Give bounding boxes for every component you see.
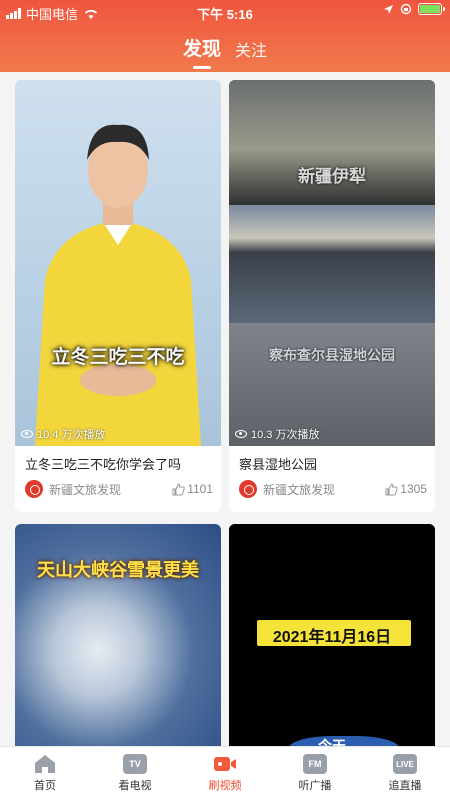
tab-home[interactable]: 首页: [0, 747, 90, 800]
view-count: 10.3 万次播放: [235, 426, 319, 442]
eye-icon: [21, 430, 33, 438]
tab-live[interactable]: LIVE 追直播: [360, 747, 450, 800]
location-icon: [384, 4, 393, 14]
tab-discover[interactable]: 发现: [183, 34, 221, 61]
video-thumbnail[interactable]: 2021年11月16日 今天: [229, 524, 435, 754]
eye-icon: [235, 430, 247, 438]
source-avatar[interactable]: [239, 480, 257, 498]
like-count: 1305: [400, 482, 427, 496]
status-bar: 中国电信 下午 5:16: [0, 0, 450, 22]
video-caption-bottom: 察布查尔县湿地公园: [269, 347, 395, 363]
panel-middle: [229, 205, 435, 323]
video-caption-top: 新疆伊犁: [298, 167, 366, 186]
source-avatar[interactable]: [25, 480, 43, 498]
video-card[interactable]: 2021年11月16日 今天: [229, 524, 435, 754]
video-title[interactable]: 察县湿地公园: [239, 454, 427, 474]
tv-icon: TV: [123, 754, 147, 774]
app-header: 中国电信 下午 5:16 发现 关注: [0, 0, 450, 72]
rotation-lock-icon: [400, 3, 412, 15]
tab-follow[interactable]: 关注: [235, 37, 267, 61]
video-caption: 天山大峡谷雪景更美: [37, 560, 199, 580]
top-tabs: 发现 关注: [0, 34, 450, 61]
video-caption: 立冬三吃三不吃: [51, 347, 185, 368]
like-count: 1101: [187, 482, 213, 496]
video-card[interactable]: 立冬三吃三不吃 10.4 万次播放 立冬三吃三不吃你学会了吗 新疆文旅发现 11…: [15, 80, 221, 512]
live-icon: LIVE: [393, 754, 417, 774]
source-name[interactable]: 新疆文旅发现: [263, 481, 385, 498]
video-icon: [214, 757, 236, 771]
video-card[interactable]: 新疆伊犁 察布查尔县湿地公园 10.3 万次播放 察县湿地公园 新疆文旅发现 1…: [229, 80, 435, 512]
thumbs-up-icon: [172, 482, 185, 495]
bottom-tab-bar: 首页 TV 看电视 刷视频 FM 听广播 LIVE 追直播: [0, 746, 450, 800]
like-button[interactable]: 1305: [385, 482, 427, 496]
tab-radio[interactable]: FM 听广播: [270, 747, 360, 800]
video-caption: 2021年11月16日: [272, 629, 392, 646]
tab-video[interactable]: 刷视频: [180, 747, 270, 800]
view-count: 10.4 万次播放: [21, 426, 105, 442]
like-button[interactable]: 1101: [172, 482, 213, 496]
presenter-figure: [35, 124, 201, 446]
source-name[interactable]: 新疆文旅发现: [49, 481, 172, 498]
thumbs-up-icon: [385, 482, 398, 495]
video-thumbnail[interactable]: 立冬三吃三不吃 10.4 万次播放: [15, 80, 221, 446]
video-title[interactable]: 立冬三吃三不吃你学会了吗: [25, 454, 213, 474]
video-card[interactable]: 天山大峡谷雪景更美: [15, 524, 221, 754]
video-thumbnail[interactable]: 天山大峡谷雪景更美: [15, 524, 221, 754]
video-thumbnail[interactable]: 新疆伊犁 察布查尔县湿地公园 10.3 万次播放: [229, 80, 435, 446]
tab-tv[interactable]: TV 看电视: [90, 747, 180, 800]
home-icon: [35, 755, 55, 773]
battery-icon: [418, 3, 445, 15]
radio-icon: FM: [303, 754, 327, 774]
